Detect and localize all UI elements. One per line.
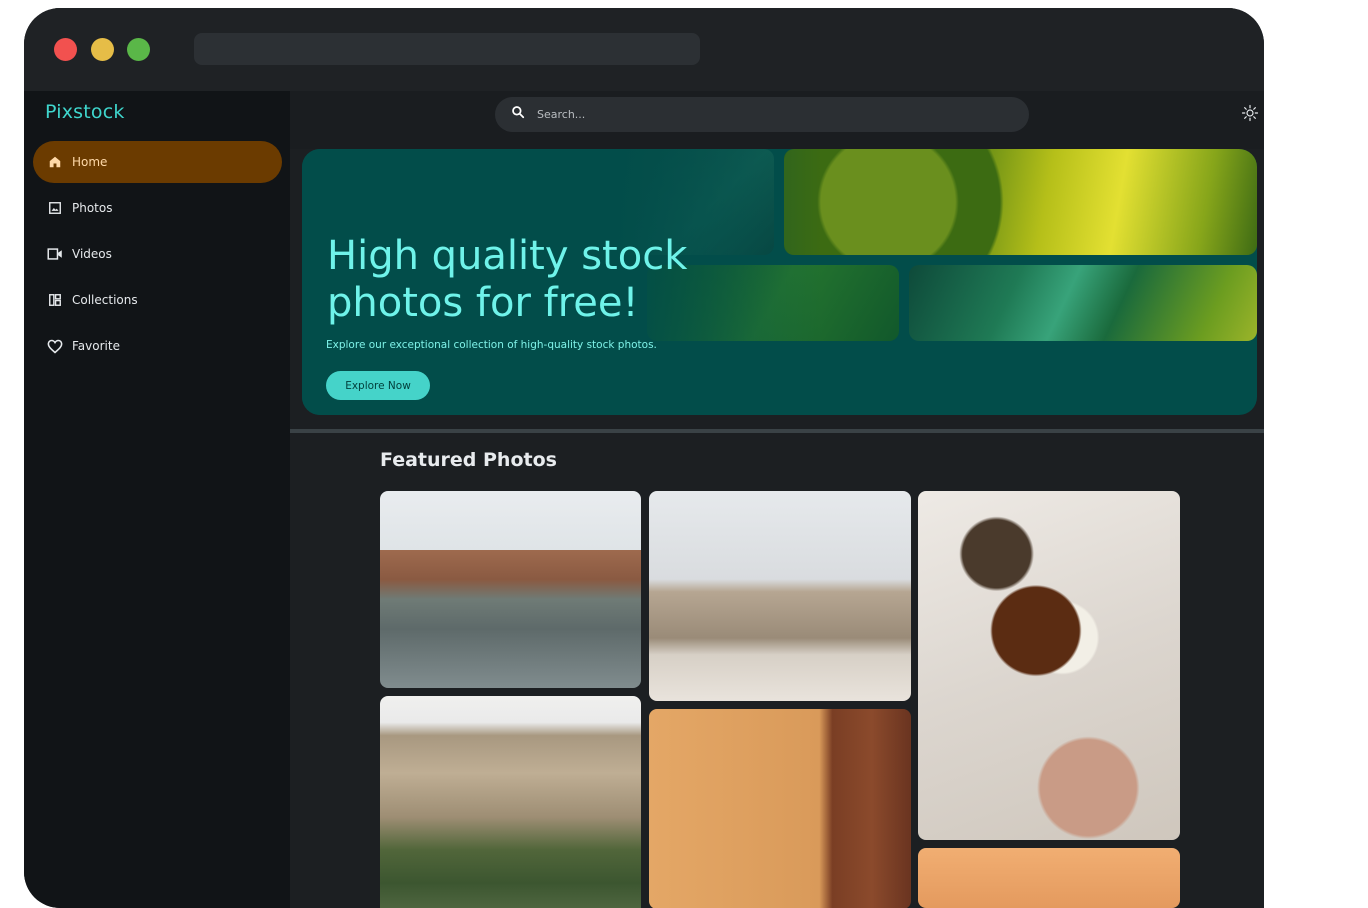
collections-icon [47, 292, 63, 308]
minimize-window-button[interactable] [91, 38, 114, 61]
search-bar[interactable] [495, 97, 1029, 132]
sidebar-item-label: Favorite [72, 339, 120, 353]
hero-image-sunflower [784, 149, 1257, 255]
photo-card-canal[interactable] [380, 491, 641, 688]
photo-card-cliff[interactable] [380, 696, 641, 908]
hero-title: High quality stock photos for free! [327, 233, 688, 326]
hero-banner: High quality stock photos for free! Expl… [302, 149, 1257, 415]
photo-card-door[interactable] [649, 709, 911, 908]
theme-toggle-button[interactable] [1238, 103, 1262, 127]
explore-now-button[interactable]: Explore Now [326, 371, 430, 400]
image-icon [47, 200, 63, 216]
sun-icon [1241, 104, 1259, 127]
sidebar-item-label: Photos [72, 201, 113, 215]
sidebar-item-collections[interactable]: Collections [33, 279, 282, 321]
maximize-window-button[interactable] [127, 38, 150, 61]
sidebar-item-label: Collections [72, 293, 138, 307]
sidebar-item-label: Home [72, 155, 108, 169]
brand-logo[interactable]: Pixstock [45, 101, 125, 123]
featured-photos-title: Featured Photos [380, 449, 557, 471]
search-input[interactable] [537, 108, 977, 121]
window-titlebar [24, 8, 1264, 91]
sidebar-item-photos[interactable]: Photos [33, 187, 282, 229]
address-bar[interactable] [194, 33, 700, 65]
close-window-button[interactable] [54, 38, 77, 61]
search-icon [511, 105, 525, 124]
sidebar-item-favorite[interactable]: Favorite [33, 325, 282, 367]
photo-card-orange[interactable] [918, 848, 1180, 908]
sidebar-item-videos[interactable]: Videos [33, 233, 282, 275]
video-icon [47, 246, 63, 262]
photo-card-square[interactable] [649, 491, 911, 701]
sidebar-item-home[interactable]: Home [33, 141, 282, 183]
hero-image-green-leaf [909, 265, 1257, 341]
sidebar-item-label: Videos [72, 247, 112, 261]
browser-window: Pixstock Home Photos Videos Collections [24, 8, 1264, 908]
home-icon [47, 154, 63, 170]
hero-subtitle: Explore our exceptional collection of hi… [326, 339, 657, 351]
photo-card-cat-breakfast[interactable] [918, 491, 1180, 840]
sidebar: Pixstock Home Photos Videos Collections [24, 91, 290, 908]
heart-icon [47, 338, 63, 354]
section-divider [290, 429, 1264, 433]
top-bar [290, 91, 1264, 149]
